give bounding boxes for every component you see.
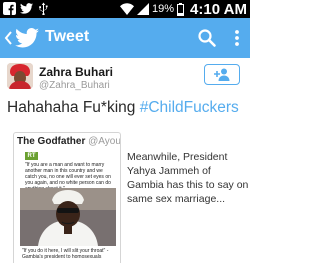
jammeh-photo (20, 188, 116, 246)
action-bar: Tweet (0, 18, 250, 58)
facebook-icon (3, 2, 16, 15)
rt-logo: RT (25, 152, 38, 160)
follow-button[interactable] (204, 64, 240, 85)
hashtag-link[interactable]: #ChildFuckers (140, 99, 239, 116)
usb-icon (39, 2, 48, 15)
card-author-name: The Godfather (17, 136, 86, 147)
card-author: The Godfather @Ayourb (17, 136, 121, 147)
photo-illustration (20, 188, 116, 246)
battery-icon (177, 2, 185, 16)
clock: 4:10 AM (190, 0, 247, 18)
avatar-photo (7, 63, 33, 89)
avatar[interactable] (7, 63, 33, 89)
signal-icon (137, 3, 149, 15)
wifi-icon (120, 3, 134, 15)
back-arrow-icon[interactable] (3, 29, 13, 47)
tweet-text-body: Hahahaha Fu*king (7, 99, 140, 116)
tweet-text: Hahahaha Fu*king #ChildFuckers (7, 99, 239, 117)
add-user-icon (214, 68, 230, 81)
card-image[interactable]: RT "If you are a man and want to marry a… (20, 149, 116, 263)
notification-icons (3, 2, 50, 15)
display-name[interactable]: Zahra Buhari (39, 65, 113, 79)
quoted-tweet-card[interactable]: The Godfather @Ayourb RT "If you are a m… (13, 132, 121, 263)
twitter-bird-icon (20, 3, 33, 14)
twitter-logo-icon[interactable] (15, 28, 39, 48)
username[interactable]: @Zahra_Buhari (39, 80, 110, 91)
search-icon[interactable] (197, 28, 217, 48)
screen-title: Tweet (45, 28, 90, 45)
battery-percent: 19% (152, 3, 175, 15)
card-side-text: Meanwhile, President Yahya Jammeh of Gam… (127, 151, 249, 205)
overflow-menu-icon[interactable] (233, 28, 241, 48)
quote-text-bottom: "If you do it here, I will slit your thr… (22, 248, 109, 260)
system-status: 19% 4:10 AM (120, 0, 247, 18)
status-bar: 19% 4:10 AM (0, 0, 250, 18)
card-author-handle: @Ayourb (88, 136, 121, 147)
